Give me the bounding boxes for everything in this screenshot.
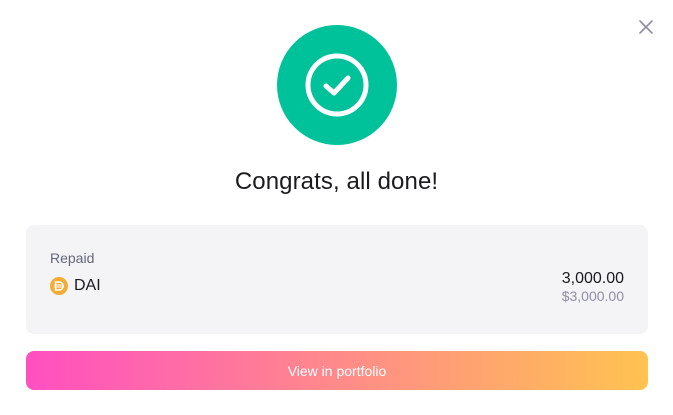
view-in-portfolio-button[interactable]: View in portfolio: [26, 351, 648, 390]
amount-value: 3,000.00: [561, 270, 624, 287]
success-modal: Congrats, all done! Repaid DAI 3,000.00 …: [0, 0, 673, 415]
close-button[interactable]: [636, 17, 656, 37]
summary-label: Repaid: [50, 250, 95, 266]
check-circle-icon: [305, 53, 369, 117]
success-badge: [277, 25, 397, 145]
asset-symbol: DAI: [74, 277, 101, 294]
modal-title: Congrats, all done!: [234, 168, 439, 195]
repay-summary-card: Repaid DAI 3,000.00 $3,000.00: [26, 225, 648, 334]
amount-usd-value: $3,000.00: [561, 288, 624, 304]
dai-token-icon: [50, 277, 68, 295]
asset-info: DAI: [50, 277, 101, 295]
repaid-amount: 3,000.00 $3,000.00: [562, 269, 624, 304]
close-icon: [639, 20, 653, 34]
